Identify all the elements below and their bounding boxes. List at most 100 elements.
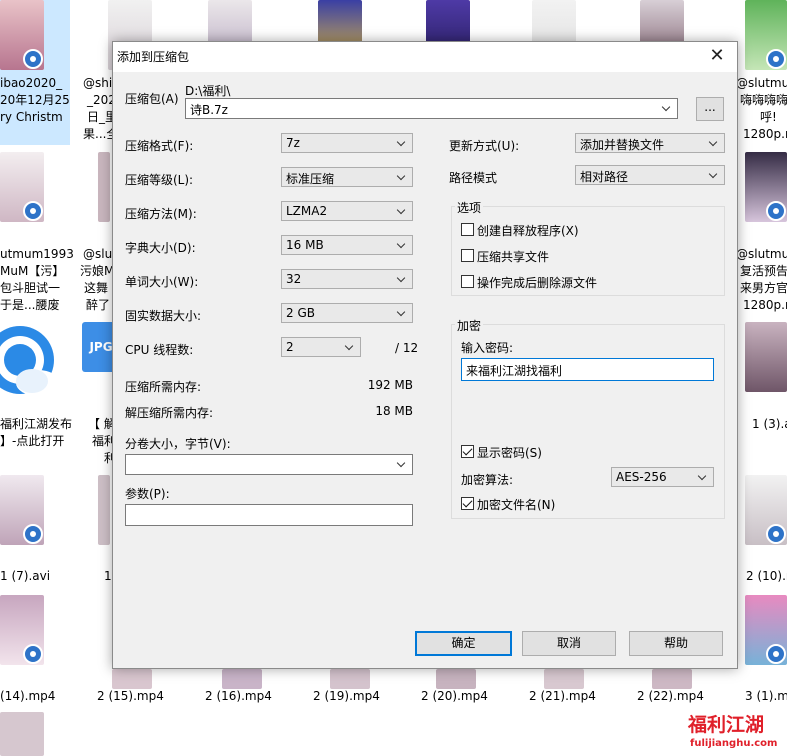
sfx-checkbox[interactable] [461,223,474,236]
show-password-label[interactable]: 显示密码(S) [477,444,542,461]
encrypt-filenames-label[interactable]: 加密文件名(N) [477,496,555,513]
file-name-line: 】-点此打开 [0,434,65,448]
format-value: 7z [286,136,300,150]
chevron-down-icon[interactable] [706,134,722,152]
video-thumbnail[interactable] [0,595,44,665]
level-select[interactable]: 标准压缩 [281,167,413,187]
encryption-method-select[interactable]: AES-256 [611,467,714,487]
cpu-threads-select[interactable]: 2 [281,337,361,357]
show-password-checkbox[interactable] [461,445,474,458]
file-name-line: MuM【污】 [0,264,65,278]
delete-source-label[interactable]: 操作完成后删除源文件 [477,274,597,291]
dialog-titlebar[interactable]: 添加到压缩包 ✕ [113,42,737,72]
update-mode-select[interactable]: 添加并替换文件 [575,133,725,153]
add-to-archive-dialog: 添加到压缩包 ✕ 压缩包(A) D:\福利\ 诗B.7z ... 压缩格式(F)… [112,41,738,669]
chevron-down-icon[interactable] [706,166,722,184]
file-name-line: 1 [104,569,112,583]
dict-size-value: 16 MB [286,238,324,252]
video-thumbnail[interactable] [745,322,787,392]
encrypt-filenames-checkbox[interactable] [461,497,474,510]
video-player-icon [766,524,786,544]
video-thumbnail[interactable] [436,669,476,689]
video-thumbnail[interactable] [112,669,152,689]
video-thumbnail[interactable] [745,475,787,545]
file-name-line: 2 (20).mp4 [421,689,488,703]
solid-block-label: 固实数据大小: [125,309,202,323]
sfx-label[interactable]: 创建自释放程序(X) [477,222,579,239]
file-name-line: 1280p.m [743,298,787,312]
video-thumbnail[interactable] [745,152,787,222]
shared-files-checkbox[interactable] [461,249,474,262]
format-select[interactable]: 7z [281,133,413,153]
chevron-down-icon[interactable] [695,468,711,486]
method-label: 压缩方法(M): [125,207,197,221]
video-thumbnail[interactable] [0,475,44,545]
password-input[interactable]: 来福利江湖找福利 [461,358,714,381]
shared-files-label[interactable]: 压缩共享文件 [477,248,549,265]
file-name-line: 包斗胆试一 [0,281,61,295]
video-thumbnail[interactable] [98,475,110,545]
cpu-threads-total: / 12 [395,341,419,355]
method-value: LZMA2 [286,204,328,218]
file-name-line: 呼! [760,110,777,124]
file-name-line: 2 (19).mp4 [313,689,380,703]
file-name-line: 20年12月25 [0,93,70,107]
chevron-down-icon[interactable] [342,338,358,356]
archive-filename-combobox[interactable]: 诗B.7z [185,98,678,119]
video-thumbnail[interactable] [745,0,787,70]
file-name-line: ry Christm [0,110,63,124]
watermark-logo-text: 福利江湖 [688,714,765,736]
chevron-down-icon[interactable] [394,168,410,186]
video-thumbnail[interactable] [222,669,262,689]
file-name-line: 污娘M [80,264,115,278]
compress-memory-label: 压缩所需内存: [125,380,202,394]
file-name-line: 福利江湖发布 [0,417,73,431]
chevron-down-icon[interactable] [394,202,410,220]
browse-button[interactable]: ... [696,97,724,121]
video-player-icon [766,49,786,69]
help-button[interactable]: 帮助 [629,631,723,656]
chevron-down-icon[interactable] [394,134,410,152]
chevron-down-icon[interactable] [394,304,410,322]
chevron-down-icon[interactable] [394,236,410,254]
solid-block-select[interactable]: 2 GB [281,303,413,323]
encryption-method-label: 加密算法: [461,473,514,487]
video-thumbnail[interactable] [0,0,44,70]
chevron-down-icon[interactable] [394,270,410,288]
video-player-icon [766,644,786,664]
cancel-button[interactable]: 取消 [522,631,616,656]
chevron-down-icon[interactable] [659,99,675,117]
file-name-line: 复活预告 [740,264,787,278]
dict-size-select[interactable]: 16 MB [281,235,413,255]
options-group-title: 选项 [455,199,484,216]
video-thumbnail[interactable] [544,669,584,689]
file-name-line: 醉了 [86,298,111,312]
path-mode-select[interactable]: 相对路径 [575,165,725,185]
method-select[interactable]: LZMA2 [281,201,413,221]
word-size-select[interactable]: 32 [281,269,413,289]
video-thumbnail[interactable] [0,152,44,222]
ok-button[interactable]: 确定 [415,631,512,656]
path-mode-value: 相对路径 [580,170,629,184]
file-name-line: 2 (21).mp4 [529,689,596,703]
video-thumbnail[interactable] [745,595,787,665]
file-name-line: (14).mp4 [0,689,56,703]
close-icon[interactable]: ✕ [705,44,729,68]
video-thumbnail[interactable] [0,712,44,756]
format-label: 压缩格式(F): [125,139,194,153]
chevron-down-icon[interactable] [394,455,410,473]
browser-app-icon[interactable] [0,315,70,405]
path-mode-label: 路径模式 [449,171,498,185]
decompress-memory-label: 解压缩所需内存: [125,406,214,420]
delete-source-checkbox[interactable] [461,275,474,288]
archive-folder-path: D:\福利\ [185,84,231,98]
video-thumbnail[interactable] [98,152,110,222]
parameters-input[interactable] [125,504,413,526]
video-thumbnail[interactable] [652,669,692,689]
split-volume-combobox[interactable] [125,454,413,475]
video-thumbnail[interactable] [330,669,370,689]
file-name-line: 这舞 [84,281,109,295]
file-name-line: 于是...腰废 [0,298,60,312]
password-value: 来福利江湖找福利 [466,364,563,378]
file-name-line: @slutmum [736,247,787,261]
